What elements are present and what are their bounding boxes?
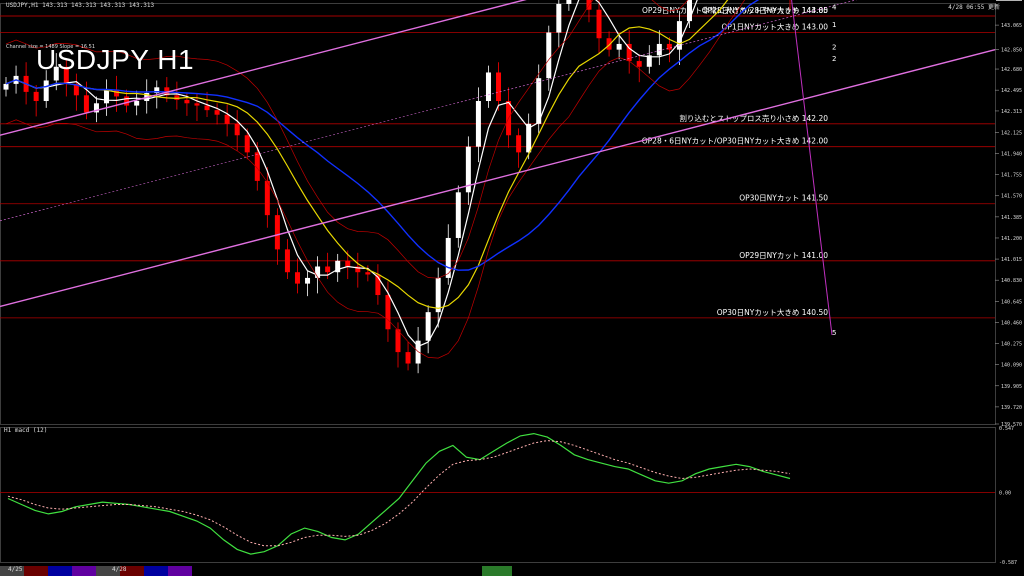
price-tick-label: 143.065	[1001, 23, 1022, 29]
candle-body	[234, 123, 240, 136]
price-tick-label: 142.313	[1001, 109, 1022, 115]
price-tick-label: 141.570	[1001, 194, 1022, 200]
candle-body	[214, 110, 220, 115]
candle-body	[636, 61, 642, 67]
candle-body	[174, 95, 180, 100]
wave-label: 1	[832, 21, 836, 29]
candle-body	[485, 72, 491, 102]
candle-body	[325, 266, 331, 273]
session-bar	[144, 566, 168, 576]
price-tick-label: 141.015	[1001, 257, 1022, 263]
price-tick-label: 140.275	[1001, 342, 1022, 348]
candle-body	[3, 83, 9, 90]
price-tick-label: 139.905	[1001, 384, 1022, 390]
session-bar	[24, 566, 48, 576]
candle-body	[475, 101, 481, 147]
price-level-label: OP1日NYカット大きめ 143.00	[721, 22, 828, 32]
candle-body	[124, 96, 130, 106]
macd-tick-label: 0.547	[999, 426, 1014, 432]
candle-body	[305, 277, 311, 284]
price-tick-label: 139.720	[1001, 405, 1022, 411]
candle-body	[425, 312, 431, 341]
candle-body	[596, 9, 602, 39]
price-level-label: OP28・6日NYカット/OP30日NYカット大きめ 142.00	[642, 136, 828, 146]
candle-body	[104, 89, 110, 104]
candle-body	[546, 32, 552, 79]
date-label-b: 4/28	[112, 566, 127, 573]
candle-body	[385, 295, 391, 330]
candle-body	[365, 272, 371, 275]
session-bar	[72, 566, 96, 576]
session-bar	[168, 566, 192, 576]
chart-canvas: 143.065 142.850 142.680 142.495 142.313 142.1…	[0, 0, 1022, 576]
price-tick-label: 140.645	[1001, 299, 1022, 305]
candle-body	[686, 0, 692, 22]
candle-body	[134, 101, 140, 106]
candle-body	[566, 0, 572, 5]
price-level-label: OP30日NYカット大きめ 140.50	[717, 307, 829, 317]
symbol-header: USDJPY,H1 143.313 143.313 143.313 143.31…	[6, 2, 155, 9]
macd-signal-line	[7, 440, 791, 547]
projection-line	[791, 0, 833, 336]
candle-body	[184, 99, 190, 104]
price-tick-label: 140.460	[1001, 320, 1022, 326]
price-tick-label: 142.850	[1001, 48, 1022, 54]
last-price-label: 143.313	[998, 0, 1019, 1]
macd-tick-label: 0.00	[999, 491, 1011, 497]
candle-body	[656, 43, 662, 56]
candle-body	[516, 135, 522, 153]
candle-body	[556, 4, 562, 33]
price-tick-label: 142.495	[1001, 88, 1022, 94]
candle-body	[405, 352, 411, 364]
candle-body	[284, 249, 290, 273]
candle-body	[194, 103, 200, 106]
price-tick-label: 141.200	[1001, 236, 1022, 242]
macd-main-line	[7, 432, 791, 555]
update-timestamp: 4/28 06:55 更新	[948, 4, 1000, 11]
wave-label: 2	[832, 55, 836, 63]
candle-body	[43, 80, 49, 102]
macd-panel-frame	[0, 427, 996, 563]
price-tick-label: 141.755	[1001, 173, 1022, 179]
wave-label: 4	[832, 4, 837, 12]
bottom-strip	[0, 566, 512, 576]
session-bar-highlight	[482, 566, 512, 576]
price-tick-label: 141.385	[1001, 215, 1022, 221]
candle-body	[496, 72, 502, 102]
channel-info: Channel size = 1489 Slope = 16.51	[6, 44, 96, 50]
candle-body	[244, 135, 250, 153]
candle-body	[294, 272, 300, 284]
price-tick-label: 140.090	[1001, 363, 1022, 369]
candle-body	[455, 192, 461, 238]
price-tick-label: 141.940	[1001, 152, 1022, 158]
candle-body	[345, 260, 351, 267]
channel-line	[0, 0, 857, 222]
wave-label: 2	[832, 44, 836, 52]
wave-label: 5	[832, 329, 836, 337]
candle-body	[204, 105, 210, 111]
candle-body	[274, 215, 280, 250]
candle-body	[33, 91, 39, 102]
price-tick-label: 142.125	[1001, 130, 1022, 136]
candle-body	[83, 95, 89, 113]
price-level-label: OP29日NYカット 141.00	[739, 251, 828, 260]
candle-body	[616, 43, 622, 50]
price-level-label: OP28日NYカットやや大きめ 143.85	[702, 5, 829, 15]
macd-label: H1 macd (12)	[4, 427, 48, 434]
date-label-a: 4/25	[8, 566, 23, 573]
macd-tick-label: -0.587	[999, 560, 1017, 566]
candle-body	[315, 266, 321, 278]
price-tick-label: 140.830	[1001, 278, 1022, 284]
candle-body	[435, 277, 441, 313]
candle-body	[224, 114, 230, 124]
session-bar	[48, 566, 72, 576]
price-tick-label: 142.680	[1001, 67, 1022, 73]
